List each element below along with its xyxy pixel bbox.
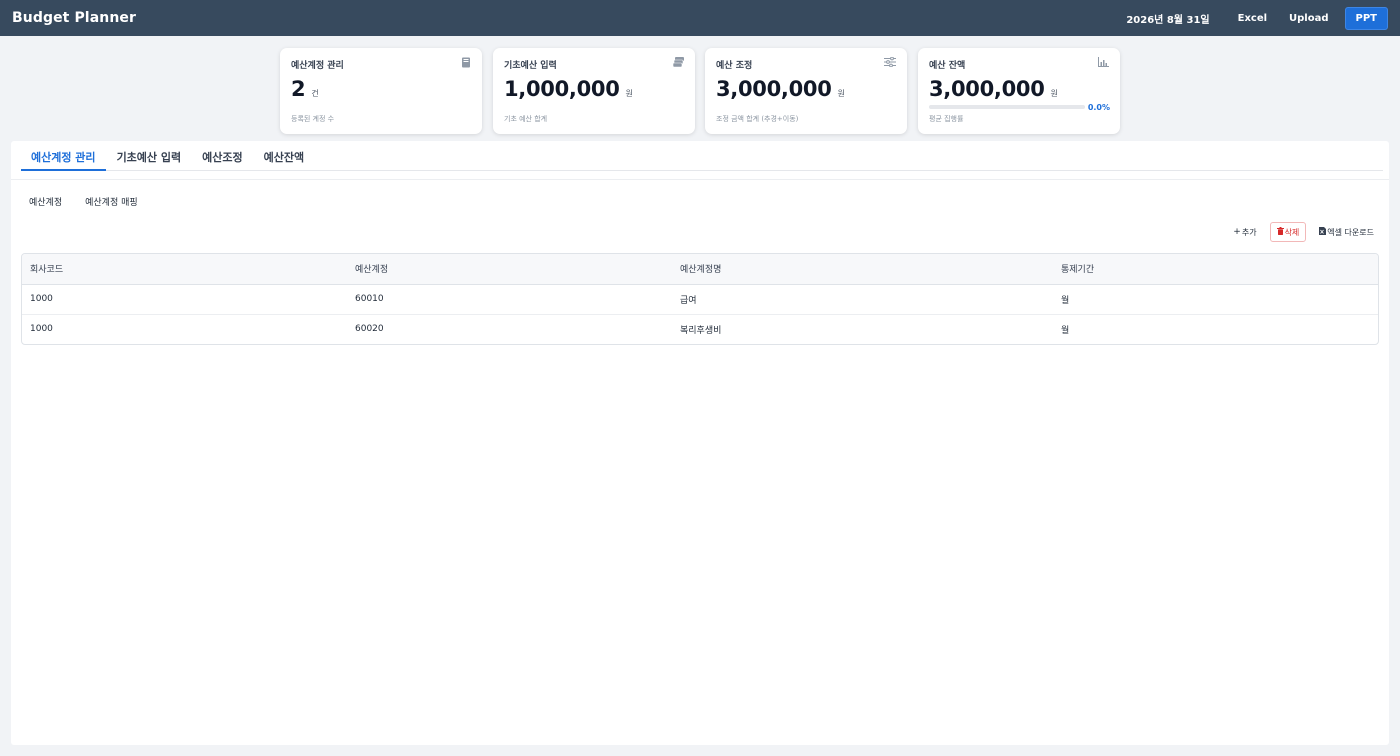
file-excel-icon — [1319, 226, 1327, 238]
card-title: 예산 조정 — [716, 61, 753, 71]
chart-icon — [1098, 57, 1109, 70]
table-cell[interactable]: 급여 — [672, 284, 1053, 315]
money-stack-icon — [672, 57, 684, 70]
upload-button[interactable]: Upload — [1283, 9, 1334, 28]
main-panel: 예산계정 관리 기초예산 입력 예산조정 예산잔액 예산계정 예산계정 매핑 +… — [11, 141, 1389, 745]
execution-progress-bar — [929, 105, 1085, 109]
card-title: 예산 잔액 — [929, 61, 966, 71]
table-cell[interactable]: 복리후생비 — [672, 314, 1053, 344]
card-budget-balance[interactable]: 예산 잔액 3,000,000 원 0.0% 평균 집행률 — [918, 48, 1120, 134]
table-cell[interactable]: 월 — [1053, 284, 1378, 315]
table-cell[interactable]: 60020 — [347, 314, 672, 344]
tab-budget-adjustment[interactable]: 예산조정 — [192, 141, 252, 171]
table-cell[interactable]: 1000 — [22, 314, 347, 344]
card-subtext: 등록된 계정 수 — [291, 115, 335, 123]
excel-button[interactable]: Excel — [1232, 9, 1273, 28]
table-header-row: 회사코드 예산계정 예산계정명 통제기간 — [22, 254, 1378, 285]
card-title: 기초예산 입력 — [504, 61, 557, 71]
add-label: 추가 — [1241, 227, 1257, 237]
card-unit: 원 — [837, 89, 845, 98]
tab-base-budget[interactable]: 기초예산 입력 — [107, 141, 192, 171]
subtab-budget-account[interactable]: 예산계정 — [29, 195, 62, 208]
header-actions: 2026년 8월 31일 Excel Upload PPT — [1126, 6, 1388, 30]
column-header[interactable]: 통제기간 — [1053, 254, 1378, 285]
divider — [11, 179, 1389, 180]
card-subtext: 기초 예산 합계 — [504, 115, 548, 123]
current-date: 2026년 8월 31일 — [1126, 14, 1210, 26]
table-row[interactable]: 1000 60020 복리후생비 월 — [22, 314, 1378, 344]
tab-budget-accounts[interactable]: 예산계정 관리 — [21, 141, 106, 171]
table-row[interactable]: 1000 60010 급여 월 — [22, 284, 1378, 315]
sliders-icon — [884, 56, 896, 70]
column-header[interactable]: 예산계정명 — [672, 254, 1053, 285]
card-budget-accounts[interactable]: 예산계정 관리 2 건 등록된 계정 수 — [280, 48, 482, 134]
add-button[interactable]: + 추가 — [1226, 222, 1264, 242]
ppt-button[interactable]: PPT — [1344, 6, 1388, 30]
sub-tabs: 예산계정 예산계정 매핑 — [29, 195, 161, 208]
card-budget-adjustment[interactable]: 예산 조정 3,000,000 원 조정 금액 합계 (추경+이동) — [705, 48, 907, 134]
budget-account-table: 회사코드 예산계정 예산계정명 통제기간 1000 60010 급여 월 100… — [21, 253, 1379, 345]
delete-label: 삭제 — [1284, 227, 1300, 237]
card-title: 예산계정 관리 — [291, 61, 344, 71]
main-tabs: 예산계정 관리 기초예산 입력 예산조정 예산잔액 — [21, 141, 1383, 171]
top-header: Budget Planner 2026년 8월 31일 Excel Upload… — [0, 0, 1400, 36]
card-base-budget[interactable]: 기초예산 입력 1,000,000 원 기초 예산 합계 — [493, 48, 695, 134]
table-actions: + 추가 삭제 엑셀 다운로드 — [1220, 222, 1381, 242]
book-icon — [461, 57, 471, 71]
card-unit: 건 — [311, 89, 319, 98]
card-unit: 원 — [625, 89, 633, 98]
card-subtext: 평균 집행률 — [929, 115, 964, 123]
download-label: 엑셀 다운로드 — [1327, 227, 1374, 237]
card-unit: 원 — [1050, 89, 1058, 98]
trash-icon — [1276, 226, 1284, 238]
card-value: 3,000,000 — [716, 77, 832, 101]
card-value: 1,000,000 — [504, 77, 620, 101]
column-header[interactable]: 예산계정 — [347, 254, 672, 285]
column-header[interactable]: 회사코드 — [22, 254, 347, 285]
card-value: 3,000,000 — [929, 77, 1045, 101]
table-cell[interactable]: 60010 — [347, 284, 672, 315]
tab-budget-balance[interactable]: 예산잔액 — [254, 141, 314, 171]
excel-download-button[interactable]: 엑셀 다운로드 — [1312, 222, 1381, 242]
card-value: 2 — [291, 77, 306, 101]
delete-button[interactable]: 삭제 — [1269, 222, 1307, 242]
table-cell[interactable]: 1000 — [22, 284, 347, 315]
subtab-account-mapping[interactable]: 예산계정 매핑 — [85, 195, 138, 208]
app-title: Budget Planner — [12, 10, 136, 26]
table-cell[interactable]: 월 — [1053, 314, 1378, 344]
plus-icon: + — [1233, 227, 1241, 237]
card-subtext: 조정 금액 합계 (추경+이동) — [716, 115, 799, 123]
progress-percent: 0.0% — [1087, 103, 1110, 112]
